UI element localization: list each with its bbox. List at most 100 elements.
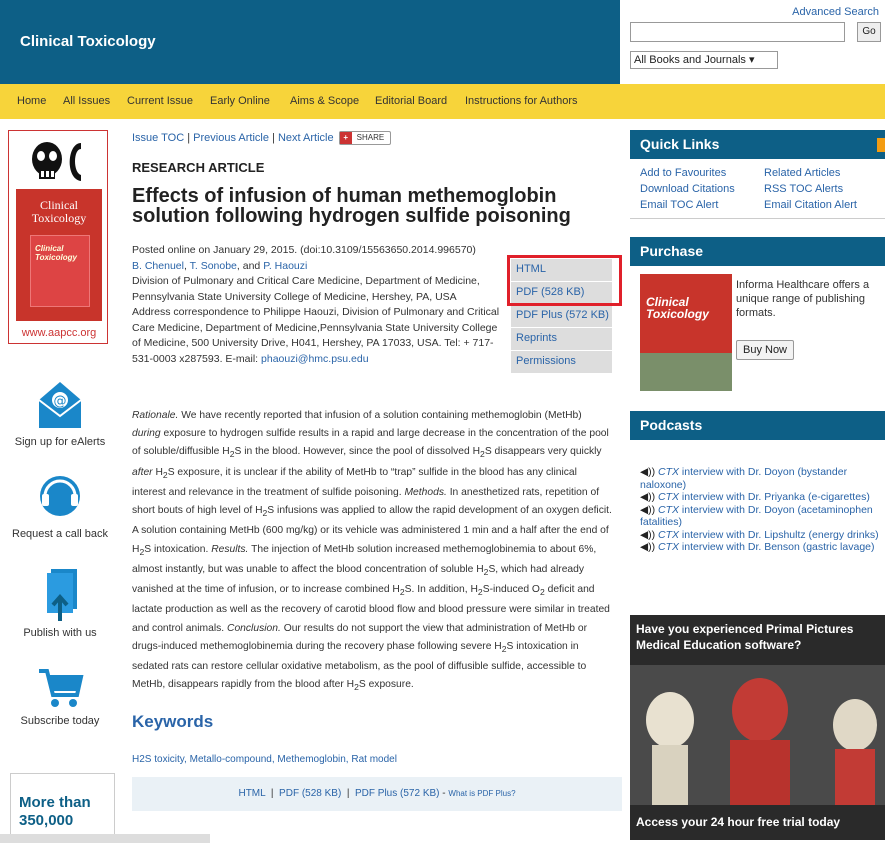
related-articles-link[interactable]: Related Articles (764, 167, 840, 179)
nav-all-issues[interactable]: All Issues (63, 95, 110, 107)
purchase-body: Clinical Toxicology Informa Healthcare o… (630, 266, 885, 399)
format-reprints-link[interactable]: Reprints (511, 328, 612, 351)
more-than-promo[interactable]: More than 350,000 (10, 773, 115, 843)
highlight-box (507, 255, 622, 306)
nav-aims-scope[interactable]: Aims & Scope (290, 95, 359, 107)
go-button[interactable]: Go (857, 22, 881, 42)
promo-line2: 350,000 (19, 812, 74, 829)
svg-text:@: @ (54, 394, 67, 409)
advanced-search-link[interactable]: Advanced Search (792, 6, 879, 18)
podcast-item[interactable]: ◀)) CTX interview with Dr. Priyanka (e-c… (640, 491, 885, 504)
primal-pictures-ad[interactable]: Have you experienced Primal Pictures Med… (630, 615, 885, 840)
podcast-ctx: CTX (658, 466, 679, 478)
next-article-link[interactable]: Next Article (278, 132, 334, 144)
podcast-ctx: CTX (658, 491, 679, 503)
journal-cover[interactable]: Clinical Toxicology Clinical Toxicology ww… (8, 130, 108, 344)
site-title[interactable]: Clinical Toxicology (20, 33, 156, 50)
speaker-icon: ◀)) (640, 491, 656, 503)
podcasts-heading: Podcasts (630, 411, 885, 440)
posted-date: Posted online on January 29, 2015. (doi:… (132, 244, 476, 256)
download-citations-link[interactable]: Download Citations (640, 183, 735, 195)
bottom-pdf-link[interactable]: PDF (528 KB) (279, 788, 341, 799)
podcast-item[interactable]: ◀)) CTX interview with Dr. Doyon (bystan… (640, 466, 885, 491)
speaker-icon: ◀)) (640, 503, 656, 516)
podcast-title: interview with Dr. Priyanka (e-cigarette… (679, 491, 870, 503)
bottom-html-link[interactable]: HTML (238, 788, 265, 799)
breadcrumb: Issue TOC | Previous Article | Next Arti… (132, 131, 392, 145)
share-label: SHARE (356, 133, 385, 142)
purchase-heading: Purchase (630, 237, 885, 266)
purchase-text: Informa Healthcare offers a unique range… (736, 279, 870, 319)
nav-current-issue[interactable]: Current Issue (127, 95, 193, 107)
ad-headline: Have you experienced Primal Pictures Med… (630, 615, 885, 665)
promo-line1: More than (19, 794, 91, 811)
cover-title-line2: Toxicology (31, 211, 87, 225)
nav-instructions-authors[interactable]: Instructions for Authors (465, 95, 578, 107)
search-scope-value: All Books and Journals (634, 54, 746, 66)
add-favourites-link[interactable]: Add to Favourites (640, 167, 726, 179)
ad-cta: Access your 24 hour free trial today (630, 805, 885, 840)
plus-icon: + (339, 132, 352, 144)
rss-icon[interactable] (877, 138, 885, 152)
horizontal-scrollbar[interactable] (0, 834, 210, 843)
share-button[interactable]: + SHARE (338, 131, 392, 145)
bottom-pdfplus-link[interactable]: PDF Plus (572 KB) (355, 788, 439, 799)
email-toc-alert-link[interactable]: Email TOC Alert (640, 199, 718, 211)
podcast-item[interactable]: ◀)) CTX interview with Dr. Benson (gastr… (640, 541, 885, 554)
nav-editorial-board[interactable]: Editorial Board (375, 95, 447, 107)
book-upload-icon (47, 569, 77, 621)
sidebar-item-ealerts[interactable]: @ Sign up for eAlerts (0, 378, 120, 448)
authors: B. Chenuel, T. Sonobe, and P. Haouzi (132, 259, 308, 272)
cover-inner-line2: Toxicology (35, 253, 77, 262)
headset-icon (40, 476, 80, 516)
issue-toc-link[interactable]: Issue TOC (132, 132, 184, 144)
aapcc-logo-icon (32, 142, 81, 181)
podcast-ctx: CTX (658, 528, 679, 541)
correspondence: Address correspondence to Philippe Haouz… (132, 305, 507, 367)
podcast-ctx: CTX (658, 503, 679, 516)
podcast-item[interactable]: ◀)) CTX interview with Dr. Doyon (acetam… (640, 504, 885, 529)
format-pdfplus-link[interactable]: PDF Plus (572 KB) (511, 305, 612, 328)
purchase-cover-image[interactable]: Clinical Toxicology (640, 274, 732, 391)
quick-links-body: Add to Favourites Related Articles Downl… (630, 159, 885, 219)
cover-url[interactable]: www.aapcc.org (9, 327, 109, 339)
abstract: Rationale. We have recently reported tha… (132, 410, 612, 693)
buy-now-button[interactable]: Buy Now (736, 340, 794, 360)
podcast-title: interview with Dr. Benson (gastric lavag… (679, 541, 875, 553)
sidebar-item-subscribe[interactable]: Subscribe today (0, 665, 120, 727)
sidebar-item-callback[interactable]: Request a call back (0, 470, 120, 540)
email-citation-alert-link[interactable]: Email Citation Alert (764, 199, 857, 211)
rss-toc-alerts-link[interactable]: RSS TOC Alerts (764, 183, 843, 195)
what-is-pdfplus-link[interactable]: What is PDF Plus? (448, 789, 515, 798)
envelope-icon: @ (38, 382, 82, 428)
author-link[interactable]: T. Sonobe (190, 260, 237, 272)
podcast-item[interactable]: ◀)) CTX interview with Dr. Lipshultz (en… (640, 529, 885, 542)
quick-links-panel: Quick Links Add to Favourites Related Ar… (630, 130, 885, 219)
format-permissions-link[interactable]: Permissions (511, 351, 612, 374)
email-link[interactable]: phaouzi@hmc.psu.edu (261, 353, 369, 365)
keywords-list[interactable]: H2S toxicity, Metallo-compound, Methemog… (132, 754, 397, 765)
sidebar-label-subscribe: Subscribe today (20, 715, 100, 727)
author-link[interactable]: B. Chenuel (132, 260, 184, 272)
podcast-ctx: CTX (658, 541, 679, 553)
search-scope-select[interactable]: All Books and Journals ▾ (630, 51, 778, 69)
keywords-heading: Keywords (132, 712, 214, 731)
purchase-panel: Purchase Clinical Toxicology Informa Hea… (630, 237, 885, 399)
podcast-title: interview with Dr. Lipshultz (energy dri… (679, 528, 879, 541)
main-nav: Home All Issues Current Issue Early Onli… (0, 84, 885, 119)
author-link[interactable]: P. Haouzi (263, 260, 307, 272)
previous-article-link[interactable]: Previous Article (193, 132, 269, 144)
podcasts-body: ◀)) CTX interview with Dr. Doyon (bystan… (630, 440, 885, 620)
cart-icon (39, 669, 84, 707)
site-header: Clinical Toxicology Advanced Search Go A… (0, 0, 885, 84)
cover-image: Clinical Toxicology Clinical Toxicology (16, 189, 102, 321)
search-input[interactable] (630, 22, 845, 42)
bottom-format-bar: HTML | PDF (528 KB) | PDF Plus (572 KB) … (132, 777, 622, 811)
speaker-icon: ◀)) (640, 541, 656, 553)
cover-title-line1: Clinical (40, 198, 78, 212)
sidebar-item-publish[interactable]: Publish with us (0, 565, 120, 639)
nav-home[interactable]: Home (17, 95, 46, 107)
nav-early-online[interactable]: Early Online (210, 95, 270, 107)
quick-links-heading: Quick Links (630, 130, 885, 159)
article-title: Effects of infusion of human methemoglob… (132, 185, 571, 227)
